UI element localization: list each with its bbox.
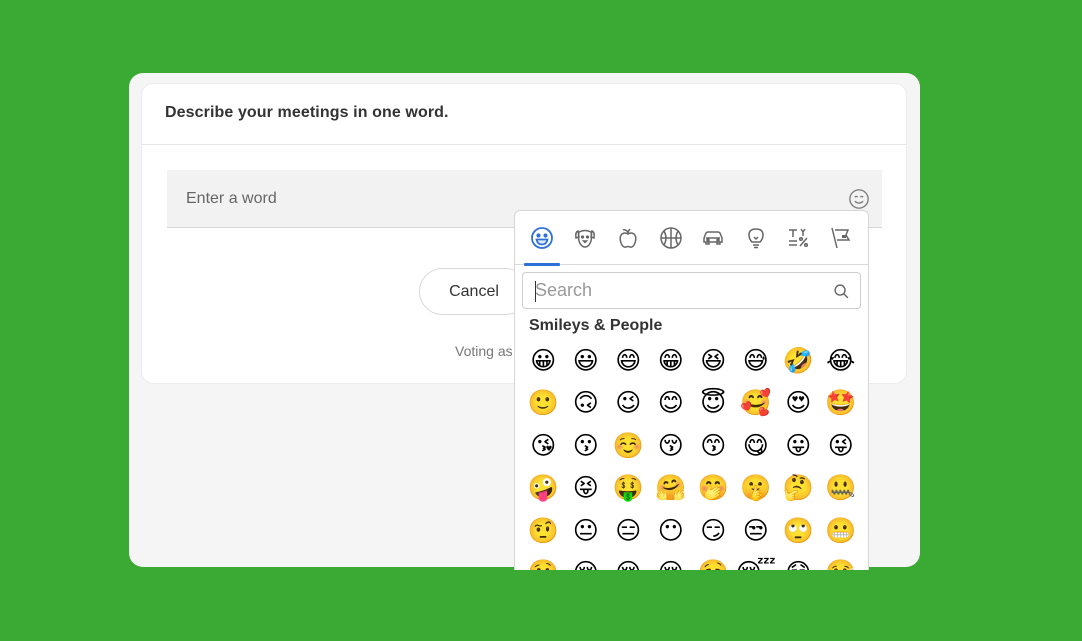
emoji-button[interactable]: 😇 [692,383,735,426]
smiley-icon [531,227,553,249]
dog-icon [575,229,595,248]
emoji-button[interactable]: 🤑 [607,468,650,511]
question-title: Describe your meetings in one word. [165,104,449,121]
emoji-grid: 😀 😃 😄 😁 😆 😅 🤣 😂 🙂 🙃 😉 😊 😇 🥰 😍 🤩 😘 😗 ☺️ 😚 😙 😋 😛 😜 🤪 😝 🤑 🤗 🤭 🤫 🤔 🤐 🤨 😐 😑 😶 😏 😒 🙄… [522,340,864,570]
emoji-button[interactable]: 😒 [735,510,778,553]
search-icon [834,284,849,299]
emoji-button[interactable]: 🙃 [565,383,608,426]
emoji-section-title: Smileys & People [529,317,663,334]
emoji-button[interactable]: 😌 [565,553,608,570]
emoji-button[interactable]: ☺️ [607,425,650,468]
symbols-icon [789,228,809,248]
emoji-button[interactable]: 😝 [565,468,608,511]
emoji-button[interactable]: 🤪 [522,468,565,511]
emoji-search-input[interactable] [523,273,860,308]
emoji-button[interactable]: 😀 [522,340,565,383]
emoji-category-tabs [515,211,868,266]
emoji-button[interactable]: 🤩 [820,383,863,426]
emoji-button[interactable]: 🤤 [692,553,735,570]
flag-icon [831,227,851,249]
emoji-button[interactable]: 😍 [777,383,820,426]
emoji-button[interactable]: 🙂 [522,383,565,426]
emoji-button[interactable]: 🤭 [692,468,735,511]
emoji-picker: Smileys & People 😀😃😄😁😆😅🤣😂 🙂🙃😉😊😇🥰😍🤩 😘😗☺️😚😙😋… [514,210,869,570]
emoji-button[interactable]: 😬 [820,510,863,553]
emoji-button[interactable]: 🤣 [777,340,820,383]
lightbulb-icon [748,228,764,249]
tab-symbols[interactable] [777,211,819,265]
emoji-button[interactable]: 😉 [607,383,650,426]
emoji-button[interactable]: 🤫 [735,468,778,511]
emoji-button[interactable]: 😘 [522,425,565,468]
emoji-search [522,272,861,309]
emoji-button[interactable]: 😑 [607,510,650,553]
tab-flags[interactable] [820,211,862,265]
emoji-button[interactable]: 😜 [820,425,863,468]
tab-objects[interactable] [735,211,777,265]
divider [142,144,906,145]
tab-travel-places[interactable] [692,211,734,265]
emoji-button[interactable]: 🤒 [820,553,863,570]
emoji-button[interactable]: 😂 [820,340,863,383]
emoji-button[interactable]: 😊 [650,383,693,426]
tab-smileys-people[interactable] [521,211,563,266]
emoji-button[interactable]: 😃 [565,340,608,383]
emoji-button[interactable]: 😙 [692,425,735,468]
emoji-button[interactable]: 🥰 [735,383,778,426]
car-icon [703,231,723,245]
emoji-button[interactable]: 😚 [650,425,693,468]
emoji-button[interactable]: 😋 [735,425,778,468]
tab-food-drink[interactable] [607,211,649,265]
emoji-button[interactable]: 😏 [692,510,735,553]
emoji-button[interactable]: 😶 [650,510,693,553]
emoji-button[interactable]: 😗 [565,425,608,468]
emoji-button[interactable]: 😔 [607,553,650,570]
emoji-button[interactable]: 😛 [777,425,820,468]
emoji-button[interactable]: 😆 [692,340,735,383]
voting-as-text: Voting as [455,343,513,359]
emoji-button[interactable]: 🤔 [777,468,820,511]
emoji-button[interactable]: 😴 [735,553,778,570]
basketball-icon [660,227,682,249]
emoji-button[interactable]: 😅 [735,340,778,383]
emoji-picker-toggle-icon[interactable] [848,188,870,210]
emoji-button[interactable]: 😁 [650,340,693,383]
emoji-button[interactable]: 😄 [607,340,650,383]
emoji-button[interactable]: 🤥 [522,553,565,570]
tab-animals-nature[interactable] [564,211,606,265]
cancel-button[interactable]: Cancel [419,268,529,315]
emoji-button[interactable]: 🤐 [820,468,863,511]
emoji-button[interactable]: 🙄 [777,510,820,553]
emoji-button[interactable]: 🤨 [522,510,565,553]
emoji-button[interactable]: 😪 [650,553,693,570]
emoji-button[interactable]: 😐 [565,510,608,553]
text-cursor [535,281,536,302]
tab-activity[interactable] [650,211,692,265]
apple-icon [619,228,637,248]
emoji-button[interactable]: 😷 [777,553,820,570]
emoji-button[interactable]: 🤗 [650,468,693,511]
